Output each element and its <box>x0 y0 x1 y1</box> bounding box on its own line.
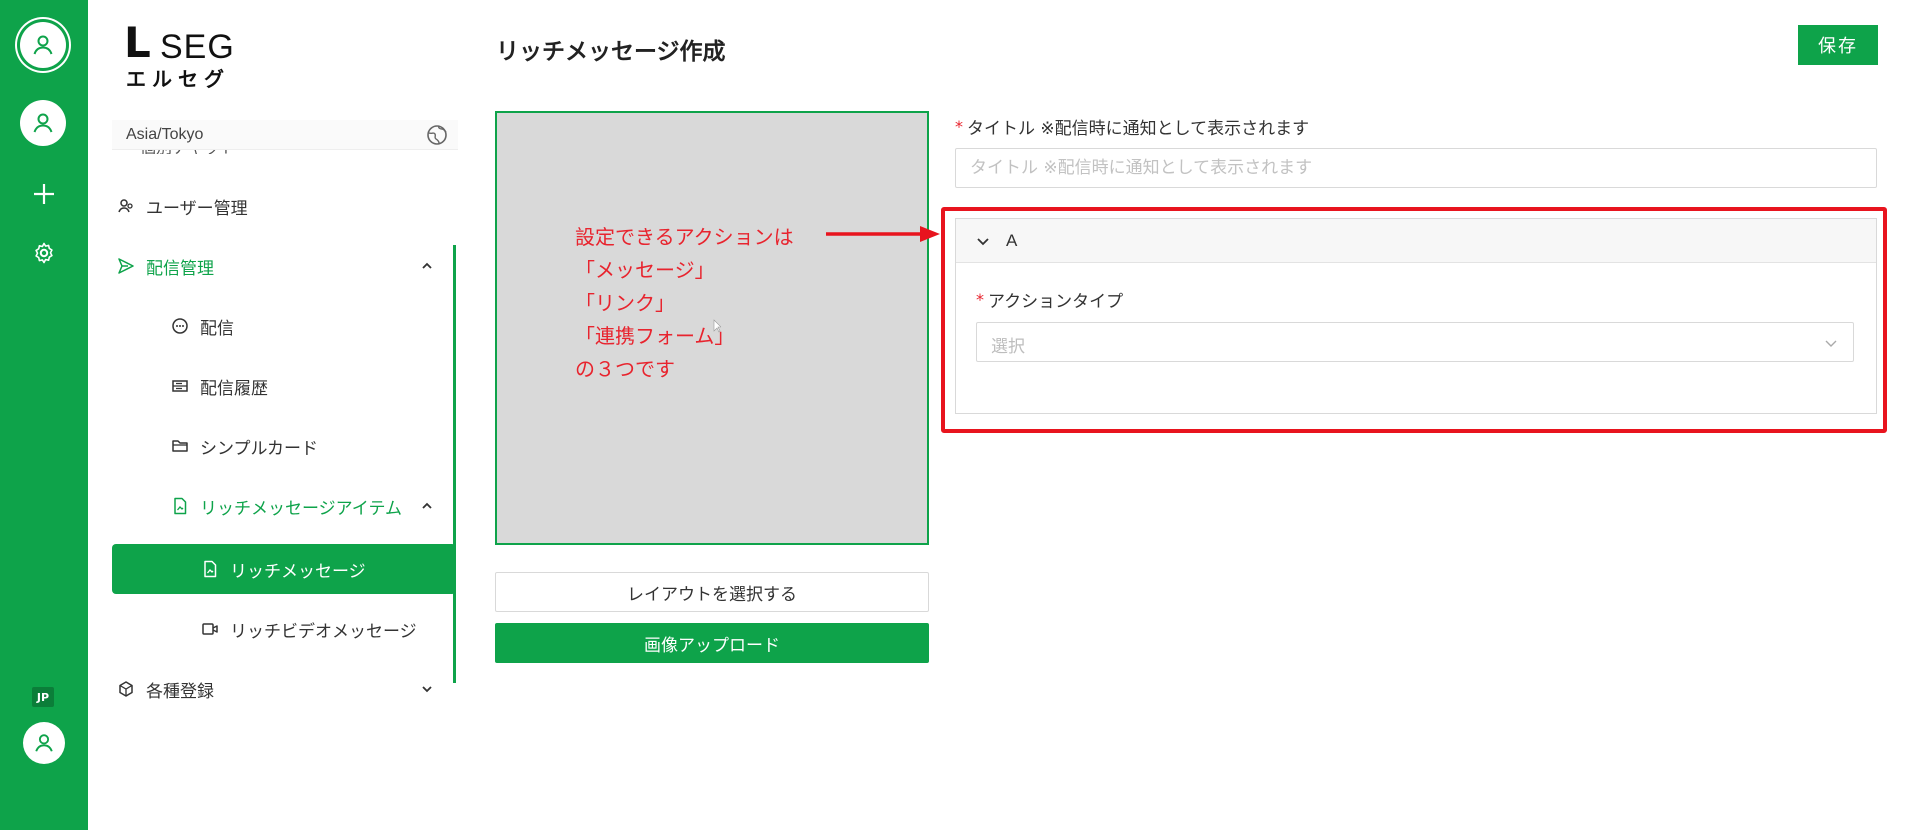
user-icon <box>33 35 53 55</box>
chevron-down-icon <box>1825 340 1837 347</box>
profile-avatar[interactable] <box>23 722 65 764</box>
sidebar-scroll-indicator <box>453 245 456 683</box>
history-list-icon <box>172 380 188 392</box>
document-image-icon <box>204 560 217 578</box>
annotation-line: 「連携フォーム」 <box>575 324 735 348</box>
chevron-up-icon[interactable] <box>420 499 434 513</box>
sidebar-item-simple-card[interactable]: シンプルカード <box>170 431 318 461</box>
sidebar-item-rich-video-message[interactable]: リッチビデオメッセージ <box>200 614 417 644</box>
sidebar-item-label: 配信履歴 <box>200 378 268 399</box>
folder-icon <box>172 440 188 452</box>
select-placeholder: 選択 <box>991 337 1025 357</box>
timezone-selector[interactable]: Asia/Tokyo <box>112 120 458 150</box>
plus-icon <box>34 184 54 204</box>
user-icon <box>35 734 53 752</box>
account-avatar[interactable] <box>20 22 66 68</box>
sidebar-item-label: 各種登録 <box>146 681 214 702</box>
sidebar-item-delivery-history[interactable]: 配信履歴 <box>170 371 268 401</box>
sidebar-item-user-management[interactable]: ユーザー管理 <box>116 191 248 221</box>
sidebar-item-delivery[interactable]: 配信 <box>170 311 234 341</box>
annotation-arrow-icon <box>826 226 940 242</box>
annotation-text: 設定できるアクションは 「メッセージ」 「リンク」 「連携フォーム」 の３つです <box>575 221 794 386</box>
annotation-line: 「メッセージ」 <box>575 258 715 282</box>
required-mark: * <box>976 290 984 309</box>
required-mark: * <box>955 117 963 136</box>
save-button[interactable]: 保存 <box>1798 25 1878 65</box>
sidebar-item-label: 配信 <box>200 318 234 339</box>
action-panel-a: A * アクションタイプ 選択 <box>955 218 1877 414</box>
settings-button[interactable] <box>24 233 64 273</box>
video-camera-icon <box>202 623 218 635</box>
sidebar-item-label: リッチメッセージ <box>230 561 366 582</box>
sidebar-item-delivery-management[interactable]: 配信管理 <box>116 251 214 281</box>
mouse-cursor-icon <box>713 319 721 333</box>
sidebar-item-rich-message-items[interactable]: リッチメッセージアイテム <box>170 491 402 521</box>
chevron-down-icon[interactable] <box>976 234 990 248</box>
sidebar-item-label: リッチメッセージアイテム <box>200 498 402 519</box>
select-layout-button[interactable]: レイアウトを選択する <box>495 572 929 612</box>
users-icon <box>118 199 133 213</box>
logo-kana: エルセグ <box>126 67 230 91</box>
action-type-label: * アクションタイプ <box>976 287 1123 312</box>
title-input[interactable] <box>955 148 1877 188</box>
sidebar-item-label: リッチビデオメッセージ <box>230 621 417 642</box>
gear-icon <box>35 242 53 264</box>
annotation-line: 設定できるアクションは <box>575 225 794 249</box>
sidebar-item-label: ユーザー管理 <box>146 198 248 219</box>
action-type-label-text: アクションタイプ <box>988 292 1124 312</box>
sidebar-item-label: 配信管理 <box>146 258 214 279</box>
sidebar-item-registrations[interactable]: 各種登録 <box>116 674 214 704</box>
add-account-button[interactable] <box>24 174 64 214</box>
app-logo: L SEG エルセグ <box>124 22 244 92</box>
send-icon <box>118 258 134 274</box>
annotation-line: の３つです <box>575 357 675 381</box>
account-switch-avatar[interactable] <box>20 100 66 146</box>
document-image-icon <box>174 497 187 515</box>
title-field-label: * タイトル ※配信時に通知として表示されます <box>955 114 1309 139</box>
globe-icon <box>427 125 447 145</box>
user-icon <box>33 113 53 133</box>
language-badge[interactable]: JP <box>32 687 54 707</box>
action-type-select[interactable]: 選択 <box>976 322 1854 362</box>
image-upload-button[interactable]: 画像アップロード <box>495 623 929 663</box>
action-panel-title: A <box>1006 231 1018 250</box>
sidebar: L SEG エルセグ 個別チャット Asia/Tokyo ユーザー管理 配信管理… <box>88 0 458 830</box>
logo-mark: L <box>124 18 151 67</box>
app-rail: JP <box>0 0 88 830</box>
annotation-line: 「リンク」 <box>575 291 675 315</box>
page-title: リッチメッセージ作成 <box>496 39 726 65</box>
chevron-up-icon[interactable] <box>420 259 434 273</box>
chevron-down-icon[interactable] <box>420 682 434 696</box>
sidebar-item-label: シンプルカード <box>200 438 318 459</box>
title-label-text: タイトル ※配信時に通知として表示されます <box>967 119 1310 139</box>
action-panel-header[interactable]: A <box>956 219 1876 263</box>
logo-text: SEG <box>160 28 235 66</box>
timezone-label: Asia/Tokyo <box>126 126 204 143</box>
sidebar-item-rich-message[interactable]: リッチメッセージ <box>200 554 366 584</box>
cube-icon <box>119 681 133 697</box>
rich-message-image-preview[interactable]: 設定できるアクションは 「メッセージ」 「リンク」 「連携フォーム」 の３つです <box>495 111 929 545</box>
chat-bubble-icon <box>172 318 188 334</box>
